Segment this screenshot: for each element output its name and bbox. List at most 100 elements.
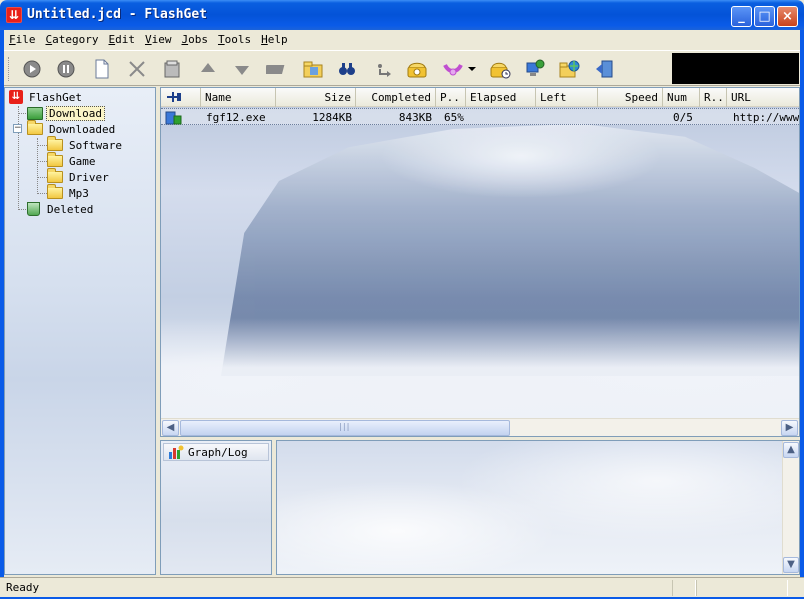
title-bar: ⇊ Untitled.jcd - FlashGet _ □ ×: [0, 0, 804, 30]
toolbar-grip[interactable]: [8, 57, 11, 81]
flashget-root-icon: ⇊: [9, 90, 23, 104]
scroll-left-icon[interactable]: ◀: [162, 420, 179, 436]
menu-tools[interactable]: Tools: [213, 30, 256, 46]
table-row[interactable]: fgf12.exe 1284KB 843KB 65% 0/5 http://ww…: [161, 108, 799, 125]
close-button[interactable]: ×: [777, 6, 798, 27]
pause-icon[interactable]: [55, 58, 77, 80]
folder-icon: [47, 152, 63, 167]
toolbar: [4, 50, 800, 86]
drop-target-box[interactable]: [672, 53, 799, 84]
tree-label-mp3: Mp3: [69, 186, 89, 200]
download-folder-icon: [27, 106, 43, 120]
site-manager-icon[interactable]: [524, 58, 546, 80]
cell-num: 0/5: [673, 111, 693, 124]
graph-log-pane: Graph/Log: [160, 440, 272, 575]
open-file-icon[interactable]: [302, 58, 324, 80]
tree-item-game[interactable]: Game: [47, 152, 99, 169]
scroll-right-icon[interactable]: ▶: [781, 420, 798, 436]
cell-completed: 843KB: [398, 111, 432, 124]
column-num[interactable]: Num: [663, 88, 700, 107]
column-speed[interactable]: Speed: [598, 88, 663, 107]
tree-item-downloaded[interactable]: Downloaded: [27, 120, 118, 137]
column-completed[interactable]: Completed: [356, 88, 436, 107]
flashget-logo-icon: ⇊: [6, 7, 22, 23]
cell-url: http://www.: [733, 111, 799, 124]
hangup-dropdown-icon[interactable]: [466, 58, 478, 80]
delete-icon[interactable]: [126, 58, 148, 80]
scroll-down-icon[interactable]: ▼: [783, 557, 799, 573]
column-left[interactable]: Left: [536, 88, 598, 107]
tree-label-game: Game: [69, 154, 96, 168]
column-name[interactable]: Name: [201, 88, 276, 107]
menu-help[interactable]: Help: [256, 30, 293, 46]
move-up-icon[interactable]: [197, 58, 219, 80]
tab-graph-log[interactable]: Graph/Log: [163, 443, 269, 461]
folder-icon: [47, 168, 63, 183]
tree-item-flashget[interactable]: ⇊ FlashGet: [9, 89, 85, 105]
column-size[interactable]: Size: [276, 88, 356, 107]
status-segment: [696, 580, 788, 596]
tree-label-download: Download: [46, 105, 105, 121]
menu-file[interactable]: File: [4, 30, 41, 46]
column-url[interactable]: URL: [727, 88, 799, 107]
find-next-icon[interactable]: [372, 58, 394, 80]
cell-retry: [704, 110, 727, 125]
collapse-downloaded-icon[interactable]: −: [13, 124, 22, 133]
background-image: [161, 88, 799, 436]
category-tree: ⇊ FlashGet Download − Downloaded Softwar…: [4, 87, 156, 575]
cell-name: fgf12.exe: [206, 111, 266, 124]
menu-bar: File Category Edit View Jobs Tools Help: [4, 30, 800, 50]
start-icon[interactable]: [21, 58, 43, 80]
hangup-icon[interactable]: [442, 58, 464, 80]
menu-edit[interactable]: Edit: [103, 30, 140, 46]
window-frame-right: [800, 30, 804, 577]
properties-icon[interactable]: [161, 58, 183, 80]
tab-graph-log-label: Graph/Log: [188, 445, 248, 459]
window-frame-left: [0, 30, 4, 577]
column-retry[interactable]: R..: [700, 88, 727, 107]
scroll-thumb[interactable]: [180, 420, 510, 436]
folder-icon: [47, 136, 63, 151]
exit-icon[interactable]: [594, 58, 616, 80]
tree-item-driver[interactable]: Driver: [47, 168, 112, 185]
tree-label-downloaded: Downloaded: [49, 122, 116, 136]
open-folder-icon[interactable]: [266, 58, 288, 80]
downloading-status-icon: [165, 110, 185, 125]
menu-view[interactable]: View: [140, 30, 177, 46]
column-percent[interactable]: P..: [436, 88, 466, 107]
graph-log-icon: [169, 445, 184, 459]
menu-jobs[interactable]: Jobs: [176, 30, 213, 46]
tree-label-driver: Driver: [69, 170, 109, 184]
column-elapsed[interactable]: Elapsed: [466, 88, 536, 107]
tree-item-software[interactable]: Software: [47, 136, 125, 153]
global-folder-icon[interactable]: [558, 58, 580, 80]
tree-label-software: Software: [69, 138, 122, 152]
tree-label-flashget: FlashGet: [29, 90, 82, 104]
cloud-image: [161, 318, 799, 428]
dial-icon[interactable]: [406, 58, 428, 80]
folder-icon: [27, 120, 43, 135]
schedule-icon[interactable]: [489, 58, 511, 80]
find-icon[interactable]: [336, 58, 358, 80]
download-list: Name Size Completed P.. Elapsed Left Spe…: [160, 87, 800, 437]
window-title: Untitled.jcd - FlashGet: [27, 7, 208, 22]
tree-item-mp3[interactable]: Mp3: [47, 184, 92, 201]
maximize-button[interactable]: □: [754, 6, 775, 27]
tree-label-deleted: Deleted: [47, 202, 94, 216]
cell-speed: [598, 110, 659, 125]
cell-elapsed: [470, 110, 536, 125]
cell-percent: 65%: [444, 111, 464, 124]
column-status-icon[interactable]: [161, 88, 201, 107]
status-text: Ready: [6, 581, 40, 594]
vertical-scrollbar[interactable]: ▲ ▼: [782, 441, 799, 574]
list-header: Name Size Completed P.. Elapsed Left Spe…: [161, 88, 799, 107]
tree-item-download[interactable]: Download: [27, 105, 105, 121]
tree-item-deleted[interactable]: Deleted: [27, 201, 96, 217]
move-down-icon[interactable]: [231, 58, 253, 80]
minimize-button[interactable]: _: [731, 6, 752, 27]
scroll-up-icon[interactable]: ▲: [783, 442, 799, 458]
recycle-bin-icon: [27, 202, 40, 216]
menu-category[interactable]: Category: [41, 30, 104, 46]
horizontal-scrollbar[interactable]: ◀ ▶: [161, 418, 799, 436]
new-icon[interactable]: [91, 58, 113, 80]
